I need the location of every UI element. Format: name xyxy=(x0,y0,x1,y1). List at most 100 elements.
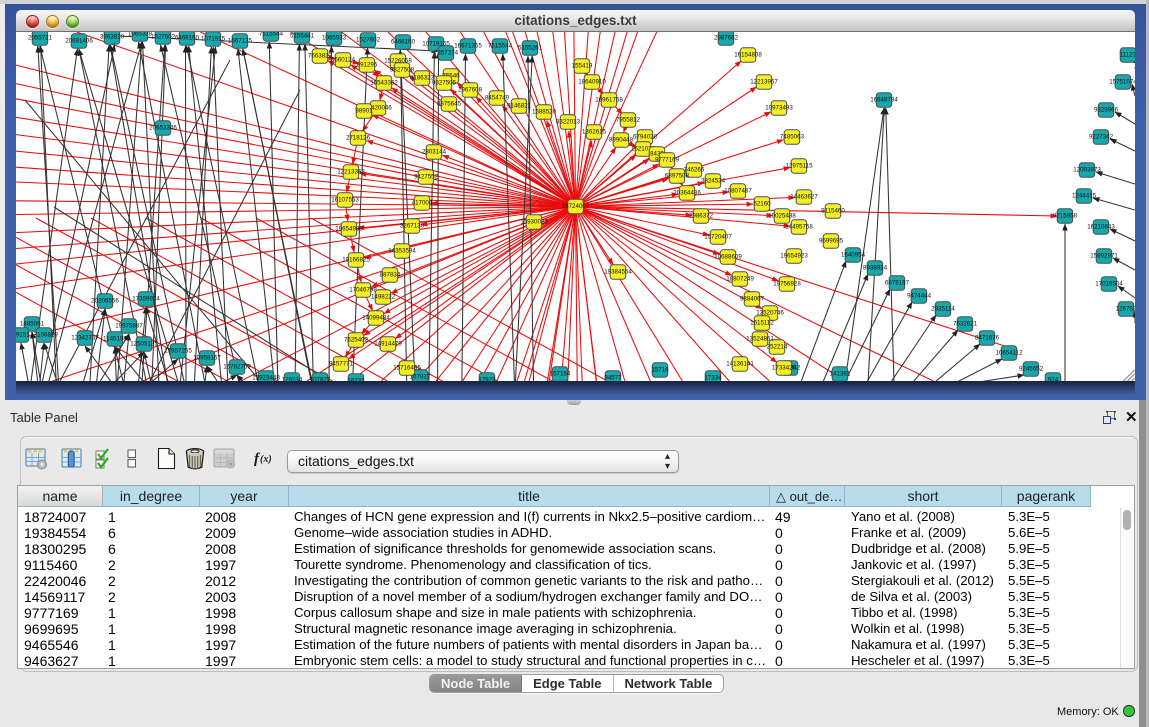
svg-text:887834: 887834 xyxy=(380,272,401,279)
svg-text:12093873: 12093873 xyxy=(1073,167,1101,174)
svg-text:39151: 39151 xyxy=(16,332,30,339)
svg-text:1071915: 1071915 xyxy=(201,36,226,43)
svg-text:19756928: 19756928 xyxy=(773,281,801,288)
svg-text:1527602: 1527602 xyxy=(356,37,381,44)
svg-text:7515544: 7515544 xyxy=(259,32,284,38)
svg-text:10973493: 10973493 xyxy=(765,105,793,112)
svg-text:1065533: 1065533 xyxy=(322,35,347,42)
svg-text:1527602: 1527602 xyxy=(151,34,176,41)
svg-text:14099484: 14099484 xyxy=(362,315,390,322)
svg-text:13524861: 13524861 xyxy=(746,336,774,343)
svg-text:1667135: 1667135 xyxy=(228,38,253,45)
svg-text:10654112: 10654112 xyxy=(995,350,1023,357)
svg-text:9327505: 9327505 xyxy=(432,80,457,87)
svg-text:16154808: 16154808 xyxy=(734,52,762,59)
svg-text:3267130: 3267130 xyxy=(400,223,425,230)
svg-text:20364436: 20364436 xyxy=(673,190,701,197)
svg-text:3963810: 3963810 xyxy=(100,34,125,41)
svg-text:19166825: 19166825 xyxy=(342,257,370,264)
svg-text:6466160: 6466160 xyxy=(175,35,200,42)
svg-text:(x): (x) xyxy=(260,454,272,465)
svg-text:5155261: 5155261 xyxy=(518,45,543,52)
svg-text:9115460: 9115460 xyxy=(821,208,845,215)
svg-text:891295: 891295 xyxy=(357,62,378,69)
svg-text:9227342: 9227342 xyxy=(1089,134,1114,141)
svg-text:20691406: 20691406 xyxy=(65,38,93,45)
svg-text:6879197: 6879197 xyxy=(885,280,910,287)
svg-text:12975115: 12975115 xyxy=(785,163,813,170)
svg-text:8322013: 8322013 xyxy=(556,119,581,126)
svg-text:20653346: 20653346 xyxy=(149,125,177,132)
svg-text:1733426: 1733426 xyxy=(772,365,797,372)
svg-text:17957255: 17957255 xyxy=(164,348,192,355)
svg-text:16543362: 16543362 xyxy=(370,80,398,87)
svg-text:12213967: 12213967 xyxy=(750,79,778,86)
svg-text:14136141: 14136141 xyxy=(726,361,754,368)
svg-text:20206556: 20206556 xyxy=(91,298,119,305)
svg-text:16648784: 16648784 xyxy=(870,97,898,104)
svg-text:1244415: 1244415 xyxy=(1072,193,1097,200)
svg-text:1485061: 1485061 xyxy=(20,321,45,328)
svg-text:8454749: 8454749 xyxy=(485,95,510,102)
svg-text:17016504: 17016504 xyxy=(1095,281,1123,288)
svg-text:12156829: 12156829 xyxy=(30,332,58,339)
svg-text:15720407: 15720407 xyxy=(704,234,732,241)
svg-text:2718126: 2718126 xyxy=(346,135,371,142)
svg-text:62160: 62160 xyxy=(753,201,771,208)
svg-text:12505135: 12505135 xyxy=(130,341,158,348)
svg-text:19654983: 19654983 xyxy=(335,226,363,233)
svg-text:8471676: 8471676 xyxy=(975,335,1000,342)
svg-text:9146821: 9146821 xyxy=(507,103,532,110)
svg-text:2986372: 2986372 xyxy=(689,213,714,220)
svg-text:1640954: 1640954 xyxy=(841,252,866,259)
svg-text:7663822: 7663822 xyxy=(308,53,333,60)
svg-text:98901: 98901 xyxy=(355,108,373,115)
svg-text:7485063: 7485063 xyxy=(780,134,805,141)
svg-text:10958167: 10958167 xyxy=(193,355,221,362)
svg-text:10688609: 10688609 xyxy=(714,254,742,261)
svg-text:17046798: 17046798 xyxy=(349,287,377,294)
svg-text:2987682: 2987682 xyxy=(714,35,739,42)
svg-text:7632621: 7632621 xyxy=(953,321,978,328)
svg-text:19384554: 19384554 xyxy=(604,269,632,276)
svg-text:141361: 141361 xyxy=(830,371,851,378)
svg-text:11123: 11123 xyxy=(1120,52,1135,59)
svg-text:1065328: 1065328 xyxy=(128,32,153,38)
svg-text:18807249: 18807249 xyxy=(726,276,754,283)
svg-text:157164: 157164 xyxy=(550,371,571,378)
svg-text:10807487: 10807487 xyxy=(724,188,752,195)
svg-text:155419: 155419 xyxy=(572,63,593,70)
svg-text:9699695: 9699695 xyxy=(819,238,844,245)
svg-text:1588520: 1588520 xyxy=(532,109,557,116)
svg-text:7515544: 7515544 xyxy=(488,43,513,50)
svg-text:7955812: 7955812 xyxy=(616,117,641,124)
svg-text:1498222: 1498222 xyxy=(371,294,396,301)
svg-text:16210643: 16210643 xyxy=(1087,224,1115,231)
svg-text:8660124: 8660124 xyxy=(331,57,356,64)
svg-text:16782759: 16782759 xyxy=(223,364,251,371)
svg-text:7357274: 7357274 xyxy=(434,50,459,57)
svg-text:9457771: 9457771 xyxy=(329,361,354,368)
svg-text:15751074: 15751074 xyxy=(1109,79,1135,86)
svg-text:1362615: 1362615 xyxy=(582,129,607,136)
svg-text:19975887: 19975887 xyxy=(115,323,143,330)
svg-text:16107553: 16107553 xyxy=(331,197,359,204)
svg-text:8186323: 8186323 xyxy=(410,75,435,82)
svg-text:8990448: 8990448 xyxy=(609,137,634,144)
svg-text:3824534: 3824534 xyxy=(701,178,726,185)
svg-text:3875645: 3875645 xyxy=(437,101,462,108)
svg-text:7625402: 7625402 xyxy=(344,337,369,344)
svg-text:417004: 417004 xyxy=(412,200,433,207)
svg-text:12213363: 12213363 xyxy=(337,169,365,176)
svg-text:10025438: 10025438 xyxy=(768,213,796,220)
svg-text:15692971: 15692971 xyxy=(1090,253,1118,260)
svg-text:17359924: 17359924 xyxy=(132,296,160,303)
svg-text:9327508: 9327508 xyxy=(390,67,415,74)
svg-text:6794028: 6794028 xyxy=(633,134,658,141)
svg-text:14463627: 14463627 xyxy=(790,194,818,201)
svg-text:18724007: 18724007 xyxy=(562,203,590,210)
svg-text:15716: 15716 xyxy=(651,367,669,374)
svg-text:8215958: 8215958 xyxy=(1053,213,1078,220)
svg-text:2055721: 2055721 xyxy=(28,35,53,42)
svg-text:9884067: 9884067 xyxy=(740,296,765,303)
